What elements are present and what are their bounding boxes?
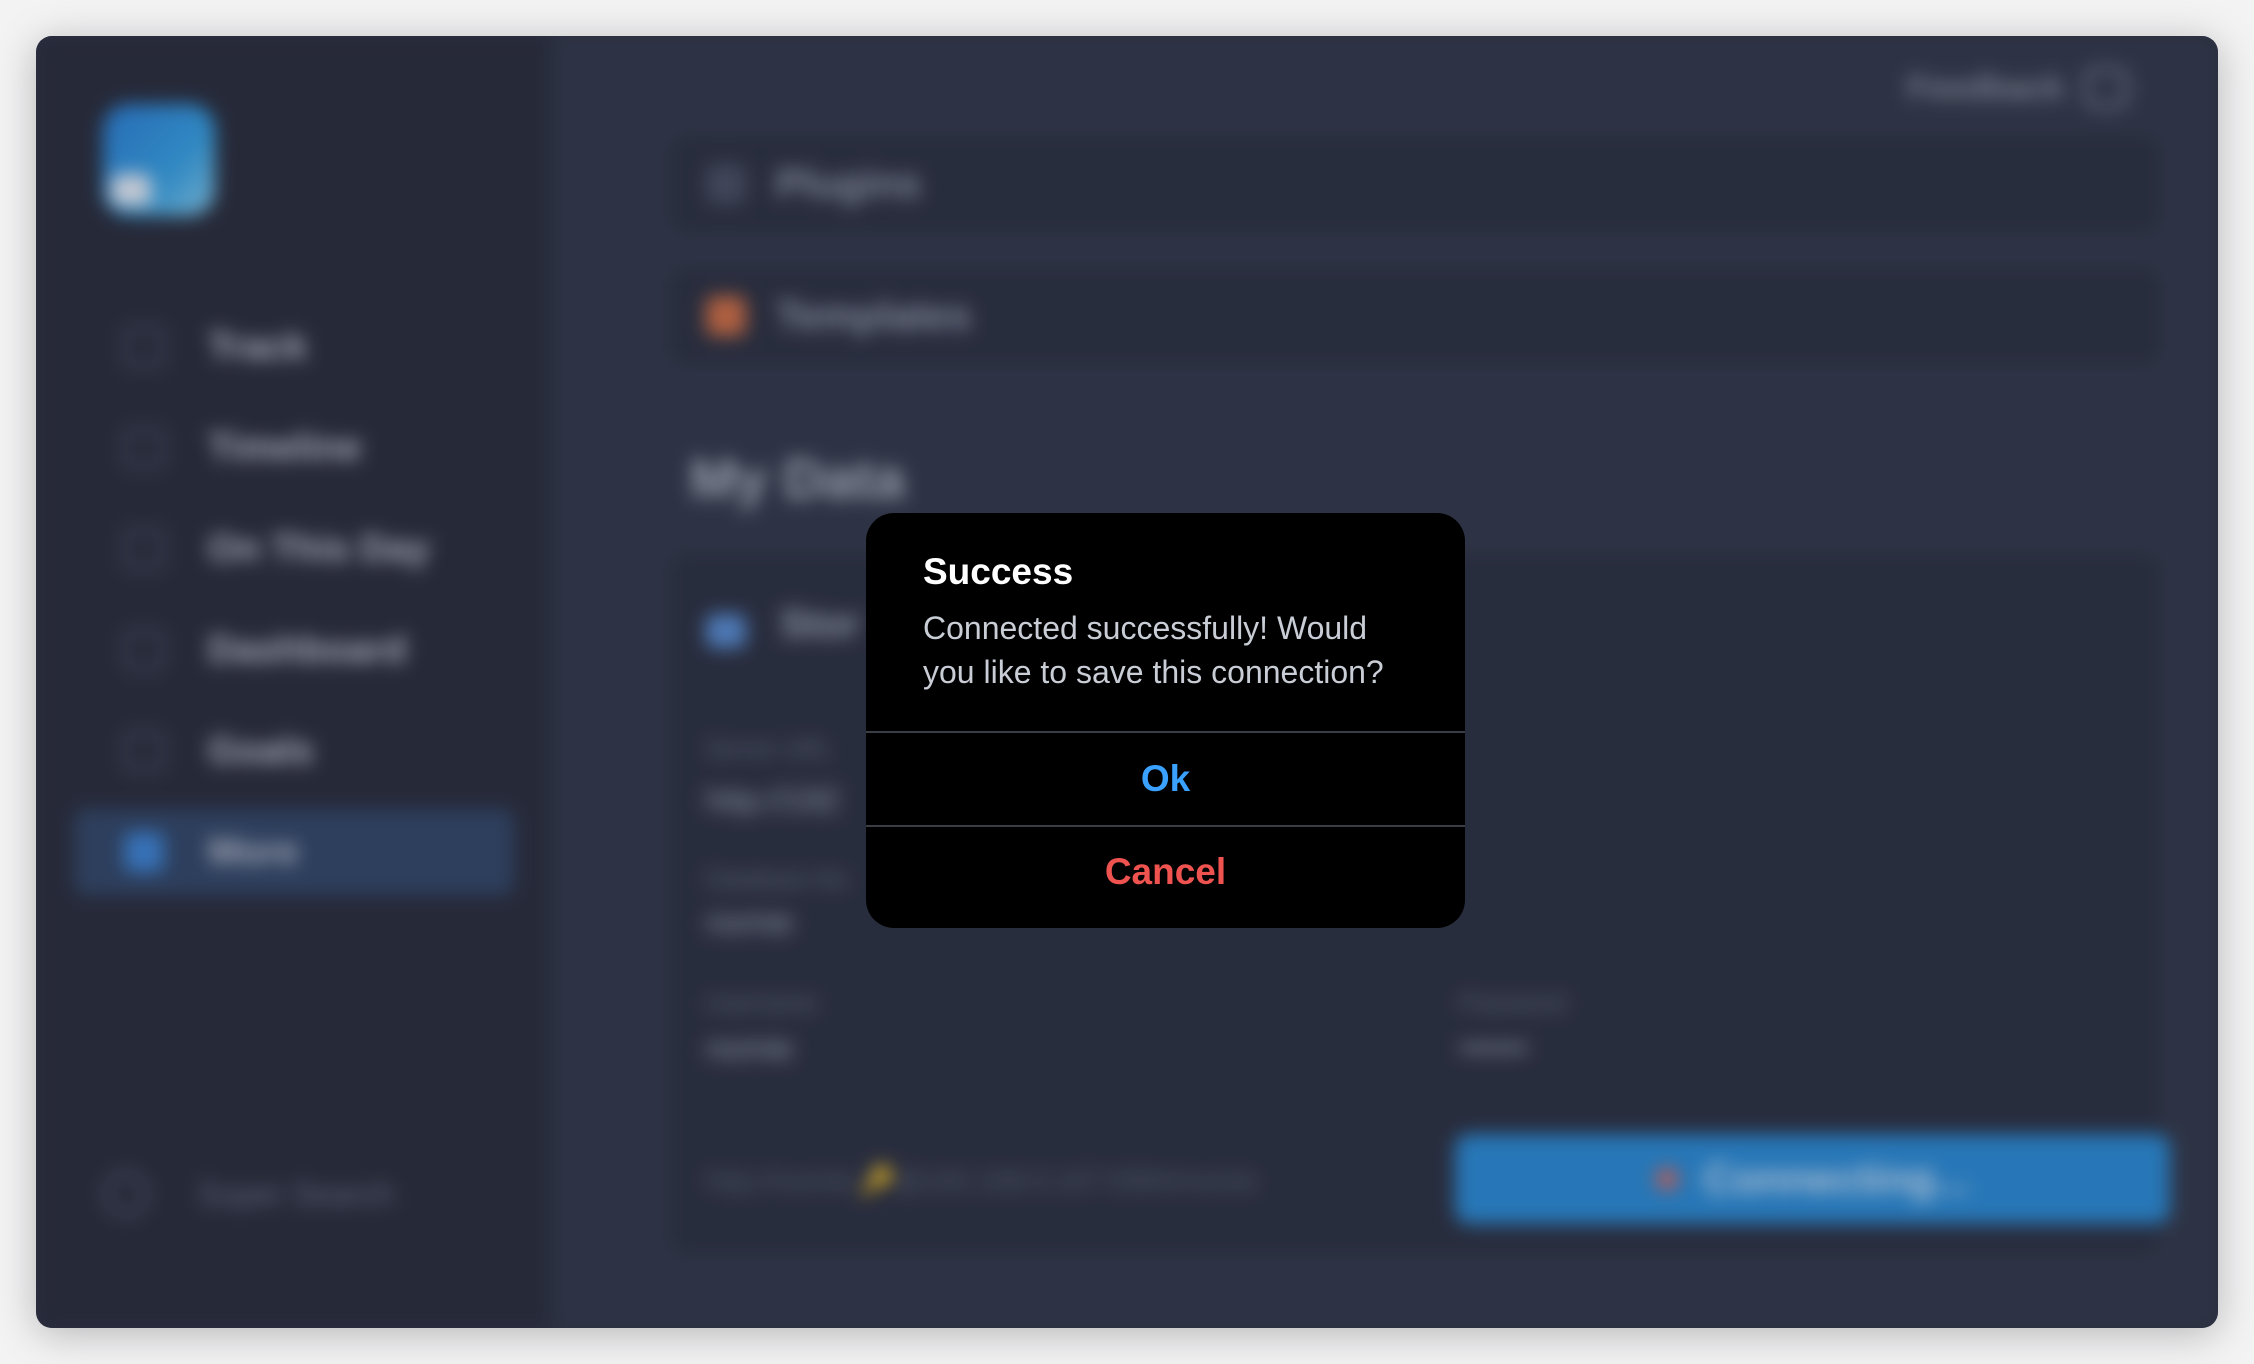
success-alert-dialog: Success Connected successfully! Would yo…: [866, 513, 1465, 928]
app-window: Track Timeline On This Day Dashboard Goa…: [36, 36, 2218, 1328]
alert-message: Connected successfully! Would you like t…: [923, 610, 1384, 690]
cancel-button[interactable]: Cancel: [866, 826, 1465, 918]
ok-button[interactable]: Ok: [866, 733, 1465, 825]
alert-title: Success: [923, 551, 1074, 592]
